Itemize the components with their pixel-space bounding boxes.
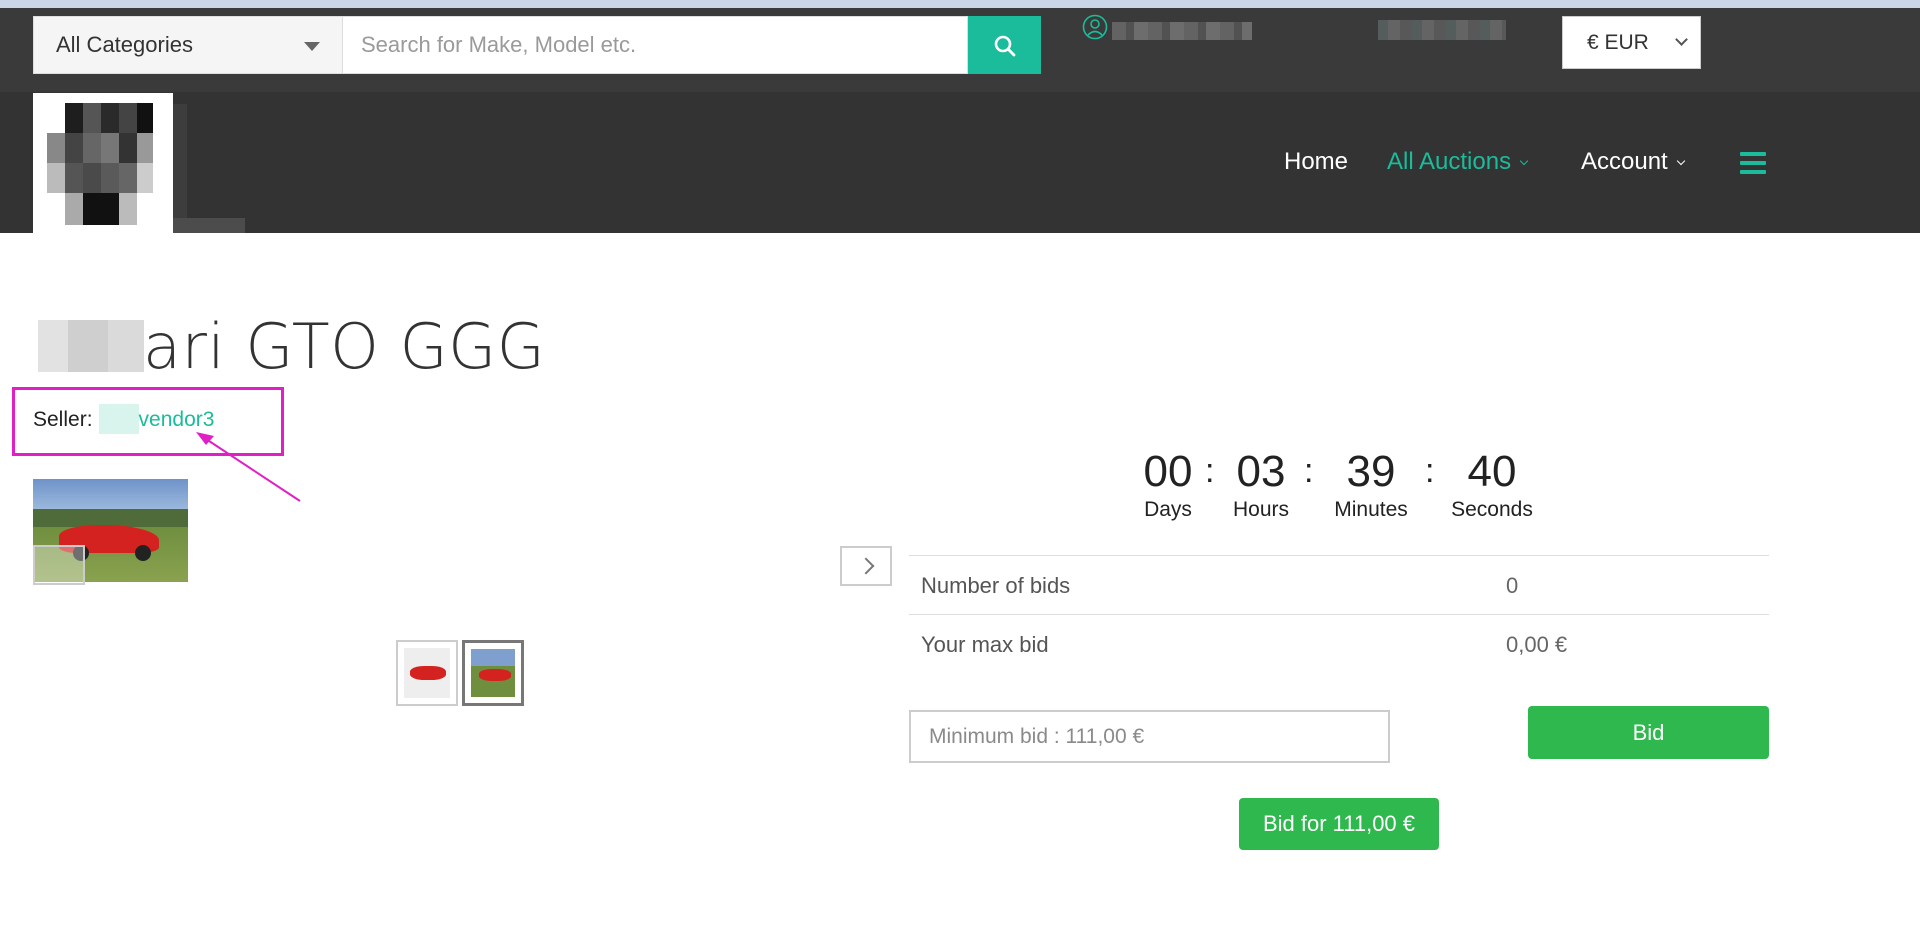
- image-next-button[interactable]: [840, 546, 892, 586]
- nav-account[interactable]: Account: [1581, 148, 1685, 176]
- browser-top-strip: [0, 0, 1920, 8]
- search-button[interactable]: [968, 16, 1041, 74]
- bid-minimum-button[interactable]: Bid for 111,00 €: [1239, 798, 1439, 850]
- chevron-down-icon: [1675, 33, 1688, 46]
- caret-down-icon: [304, 42, 320, 51]
- logo-subtext-redacted: [173, 218, 245, 233]
- hamburger-menu-icon[interactable]: [1740, 152, 1766, 174]
- thumbnail-2-selected[interactable]: [462, 640, 524, 706]
- bid-amount-input[interactable]: [909, 710, 1390, 763]
- countdown-hours-label: Hours: [1232, 498, 1290, 521]
- search-icon: [994, 35, 1016, 57]
- chevron-down-icon: [1676, 156, 1685, 166]
- nav-home[interactable]: Home: [1284, 148, 1348, 176]
- table-row: Number of bids 0: [909, 555, 1769, 614]
- countdown-seconds-value: 40: [1467, 447, 1517, 496]
- countdown-minutes: 39 Minutes: [1328, 446, 1414, 522]
- redacted-title-part: [38, 320, 144, 372]
- countdown-separator: :: [1205, 452, 1215, 490]
- currency-select[interactable]: € EUR: [1562, 16, 1701, 69]
- countdown-minutes-value: 39: [1346, 447, 1396, 496]
- currency-value: € EUR: [1587, 31, 1649, 54]
- chevron-down-icon: [1519, 156, 1529, 166]
- thumbnail-1[interactable]: [396, 640, 458, 706]
- countdown-days: 00 Days: [1138, 446, 1198, 522]
- category-select-value: All Categories: [56, 32, 193, 57]
- redacted-user-link[interactable]: [1112, 22, 1252, 40]
- logo-image: [47, 103, 153, 225]
- countdown-separator: :: [1425, 452, 1435, 490]
- bid-count-value: 0: [1506, 573, 1519, 598]
- redacted-header-link[interactable]: [1378, 20, 1506, 40]
- countdown-minutes-label: Minutes: [1334, 498, 1408, 521]
- annotation-arrow: [196, 432, 301, 502]
- category-select[interactable]: All Categories: [33, 16, 343, 74]
- max-bid-value: 0,00 €: [1506, 632, 1568, 657]
- user-icon[interactable]: [1082, 14, 1108, 40]
- countdown-days-value: 00: [1143, 447, 1193, 496]
- table-row: Your max bid 0,00 €: [909, 614, 1769, 673]
- countdown-seconds-label: Seconds: [1451, 498, 1533, 521]
- search-input[interactable]: [343, 16, 968, 74]
- countdown-days-label: Days: [1144, 498, 1192, 521]
- nav-all-auctions-label: All Auctions: [1387, 148, 1512, 175]
- nav-account-label: Account: [1581, 148, 1668, 175]
- nav-all-auctions[interactable]: All Auctions: [1387, 148, 1529, 176]
- countdown-separator: :: [1304, 452, 1314, 490]
- listing-title: ari GTO GGG: [143, 310, 546, 383]
- site-logo[interactable]: [33, 93, 173, 233]
- bid-count-label: Number of bids: [921, 573, 1071, 598]
- countdown-hours-value: 03: [1236, 447, 1286, 496]
- max-bid-label: Your max bid: [921, 632, 1049, 657]
- bid-button[interactable]: Bid: [1528, 706, 1769, 759]
- image-prev-button[interactable]: [33, 545, 85, 585]
- chevron-right-icon: [857, 557, 875, 575]
- logo-decoration: [173, 104, 187, 218]
- countdown-seconds: 40 Seconds: [1448, 446, 1536, 522]
- countdown-hours: 03 Hours: [1228, 446, 1294, 522]
- bid-info-table: Number of bids 0 Your max bid 0,00 €: [909, 555, 1769, 673]
